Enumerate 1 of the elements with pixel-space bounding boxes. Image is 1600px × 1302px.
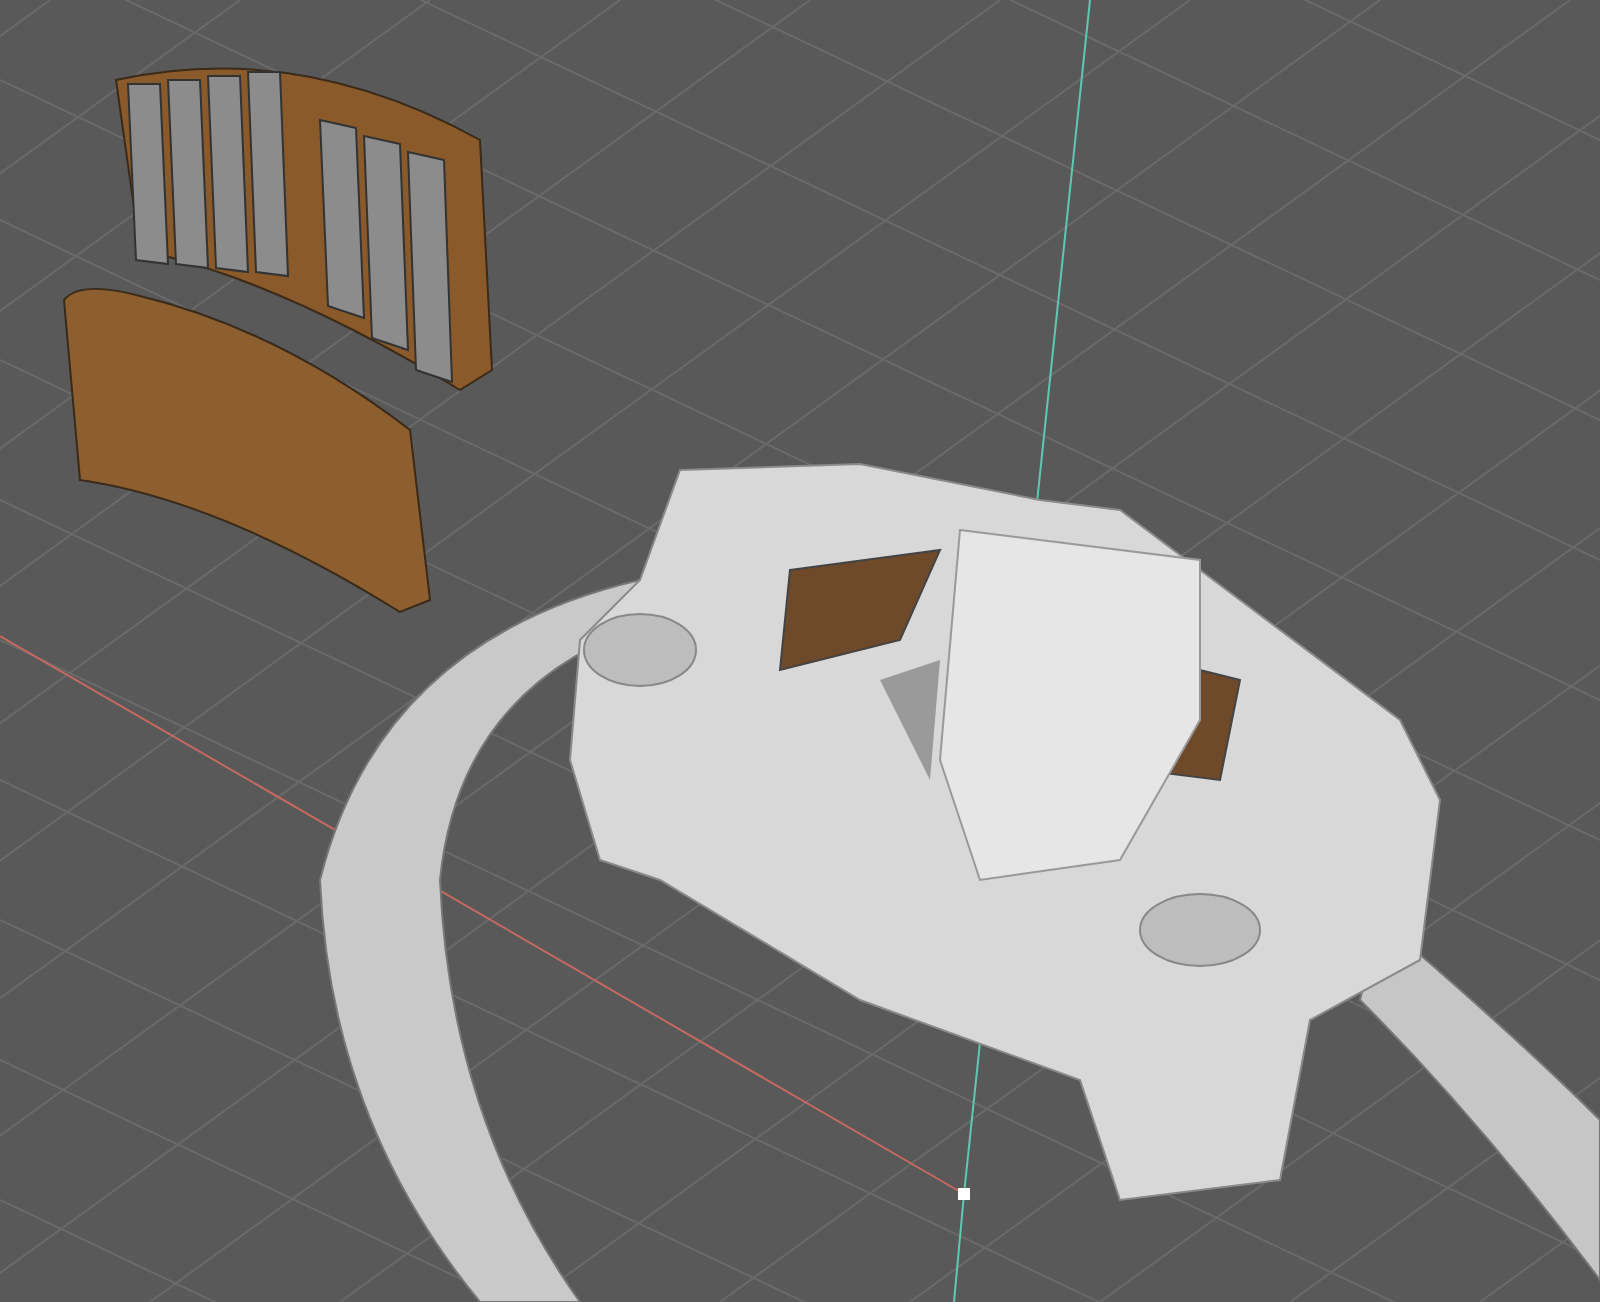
origin-marker [958,1188,970,1200]
